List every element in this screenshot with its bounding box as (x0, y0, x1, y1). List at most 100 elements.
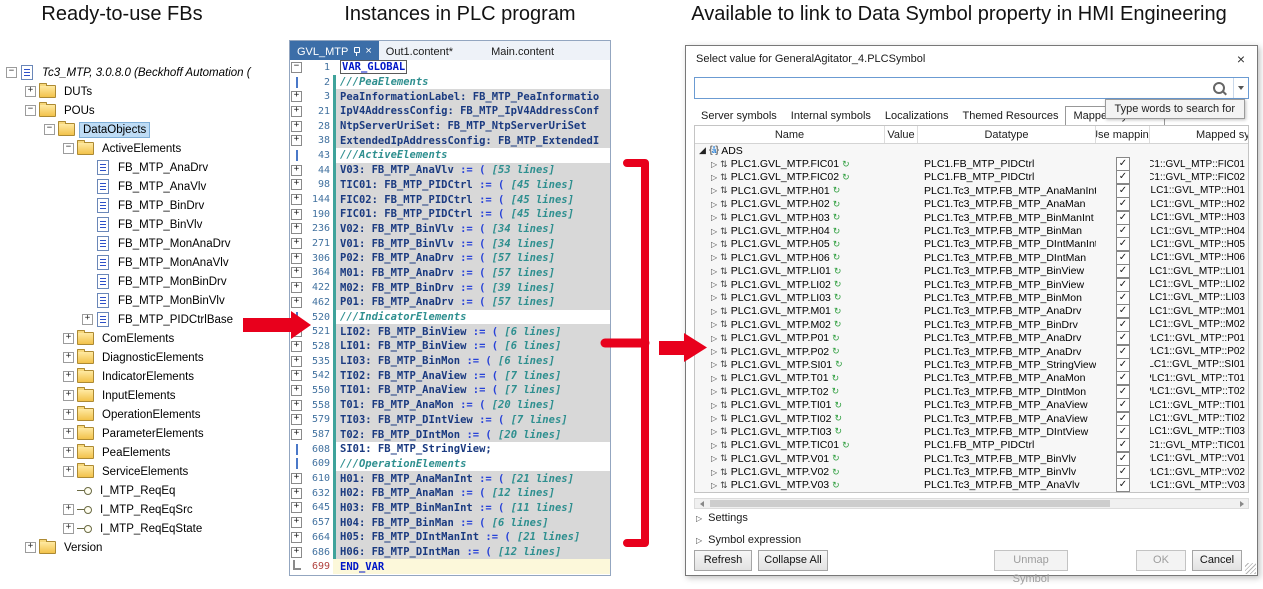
collapse-all-button[interactable]: Collapse All (758, 550, 828, 571)
fold-expand-icon[interactable]: + (290, 238, 303, 249)
code-area[interactable]: −1VAR_GLOBAL2///PeaElements+3PeaInformat… (290, 60, 610, 575)
code-line[interactable]: 520///IndicatorElements (290, 310, 610, 325)
chevron-right-icon[interactable]: ▷ (711, 414, 717, 423)
checkbox-checked[interactable]: ✓ (1116, 425, 1130, 438)
tree-item-PeaElements[interactable]: +PeaElements (2, 443, 288, 462)
code-line[interactable]: +645H03: FB_MTP_BinManInt := ( [11 lines… (290, 501, 610, 516)
chevron-right-icon[interactable]: ▷ (711, 347, 717, 356)
table-row[interactable]: ▷⇅PLC1.GVL_MTP.LI02↻PLC1.Tc3_MTP.FB_MTP_… (695, 278, 1248, 291)
fold-expand-icon[interactable]: + (290, 532, 303, 543)
tab-localizations[interactable]: Localizations (878, 107, 956, 125)
code-line[interactable]: 43///ActiveElements (290, 148, 610, 163)
expand-icon[interactable]: + (63, 447, 74, 458)
refresh-button[interactable]: Refresh (694, 550, 752, 571)
chevron-right-icon[interactable]: ▷ (711, 454, 717, 463)
code-line[interactable]: +632H02: FB_MTP_AnaMan := ( [12 lines] (290, 486, 610, 501)
table-row[interactable]: ▷⇅PLC1.GVL_MTP.FIC02↻PLC1.FB_MTP_PIDCtrl… (695, 171, 1248, 184)
fold-expand-icon[interactable]: + (290, 400, 303, 411)
chevron-right-icon[interactable]: ▷ (711, 468, 717, 477)
chevron-right-icon[interactable]: ▷ (711, 213, 717, 222)
code-line[interactable]: +98TIC01: FB_MTP_PIDCtrl := ( [45 lines] (290, 178, 610, 193)
fold-expand-icon[interactable]: + (290, 106, 303, 117)
column-header-use-mapping[interactable]: Use mapping (1096, 126, 1150, 143)
tree-item-OperationElements[interactable]: +OperationElements (2, 405, 288, 424)
expand-icon[interactable]: + (63, 523, 74, 534)
checkbox-checked[interactable]: ✓ (1116, 265, 1130, 278)
chevron-right-icon[interactable]: ▷ (711, 481, 717, 490)
fold-expand-icon[interactable]: + (290, 135, 303, 146)
resize-grip[interactable] (1245, 563, 1256, 574)
code-line[interactable]: +550TI01: FB_MTP_AnaView := ( [7 lines] (290, 383, 610, 398)
column-header-datatype[interactable]: Datatype (918, 126, 1096, 143)
code-line[interactable]: +422M02: FB_MTP_BinDrv := ( [39 lines] (290, 280, 610, 295)
chevron-right-icon[interactable]: ▷ (711, 267, 717, 276)
tree-item-FB_MTP_BinDrv[interactable]: −FB_MTP_BinDrv (2, 196, 288, 215)
fold-expand-icon[interactable]: + (290, 414, 303, 425)
checkbox-checked[interactable]: ✓ (1116, 211, 1130, 224)
scrollbar-thumb[interactable] (710, 500, 1110, 507)
fold-expand-icon[interactable]: + (290, 282, 303, 293)
tab-server-symbols[interactable]: Server symbols (694, 107, 784, 125)
code-line[interactable]: +306P02: FB_MTP_AnaDrv := ( [57 lines] (290, 251, 610, 266)
table-row[interactable]: ▷⇅PLC1.GVL_MTP.TIC01↻PLC1.FB_MTP_PIDCtrl… (695, 439, 1248, 452)
code-line[interactable]: +664H05: FB_MTP_DIntManInt := ( [21 line… (290, 530, 610, 545)
code-line[interactable]: +558T01: FB_MTP_AnaMon := ( [20 lines] (290, 398, 610, 413)
checkbox-checked[interactable]: ✓ (1116, 385, 1130, 398)
fold-expand-icon[interactable]: + (290, 326, 303, 337)
fold-expand-icon[interactable]: + (290, 253, 303, 264)
code-line[interactable]: +542TI02: FB_MTP_AnaView := ( [7 lines] (290, 368, 610, 383)
tree-item-DataObjects[interactable]: −DataObjects (2, 120, 288, 139)
tree-item-InputElements[interactable]: +InputElements (2, 386, 288, 405)
code-line[interactable]: +462P01: FB_MTP_AnaDrv := ( [57 lines] (290, 295, 610, 310)
fold-expand-icon[interactable]: + (290, 473, 303, 484)
code-line[interactable]: +528LI01: FB_MTP_BinView := ( [6 lines] (290, 339, 610, 354)
expand-icon[interactable]: + (25, 542, 36, 553)
tree-item-FB_MTP_AnaVlv[interactable]: −FB_MTP_AnaVlv (2, 177, 288, 196)
code-line[interactable]: +38ExtendedIpAddressConfig: FB_MTP_Exten… (290, 133, 610, 148)
tree-item-ServiceElements[interactable]: +ServiceElements (2, 462, 288, 481)
table-row[interactable]: ▷⇅PLC1.GVL_MTP.V01↻PLC1.Tc3_MTP.FB_MTP_B… (695, 452, 1248, 465)
editor-tab-Out1content[interactable]: Out1.content* (379, 41, 460, 60)
checkbox-checked[interactable]: ✓ (1116, 291, 1130, 304)
fold-expand-icon[interactable]: + (290, 488, 303, 499)
tree-item-I_MTP_ReqEqState[interactable]: +I_MTP_ReqEqState (2, 519, 288, 538)
table-row[interactable]: ▷⇅PLC1.GVL_MTP.FIC01↻PLC1.FB_MTP_PIDCtrl… (695, 157, 1248, 170)
table-row[interactable]: ▷⇅PLC1.GVL_MTP.TI01↻PLC1.Tc3_MTP.FB_MTP_… (695, 398, 1248, 411)
column-header-value[interactable]: Value (885, 126, 918, 143)
chevron-right-icon[interactable]: ▷ (711, 280, 717, 289)
tree-item-ComElements[interactable]: +ComElements (2, 329, 288, 348)
chevron-expanded-icon[interactable]: ◢ (699, 145, 706, 156)
search-input[interactable] (695, 79, 1213, 97)
chevron-right-icon[interactable]: ▷ (711, 200, 717, 209)
expand-icon[interactable]: + (63, 333, 74, 344)
tab-internal-symbols[interactable]: Internal symbols (784, 107, 878, 125)
fold-expand-icon[interactable]: + (290, 370, 303, 381)
expand-icon[interactable]: + (63, 504, 74, 515)
table-row[interactable]: ▷⇅PLC1.GVL_MTP.M01↻PLC1.Tc3_MTP.FB_MTP_A… (695, 305, 1248, 318)
fold-expand-icon[interactable]: + (290, 517, 303, 528)
checkbox-checked[interactable]: ✓ (1116, 251, 1130, 264)
fold-expand-icon[interactable]: + (290, 267, 303, 278)
scroll-right-arrow[interactable] (1235, 499, 1248, 508)
pin-icon[interactable] (353, 47, 360, 57)
tree-item-I_MTP_ReqEqSrc[interactable]: +I_MTP_ReqEqSrc (2, 500, 288, 519)
fold-expand-icon[interactable]: + (290, 297, 303, 308)
checkbox-checked[interactable]: ✓ (1116, 479, 1130, 492)
code-line[interactable]: +28NtpServerUriSet: FB_MTP_NtpServerUriS… (290, 119, 610, 134)
fold-expand-icon[interactable]: + (290, 429, 303, 440)
table-row[interactable]: ▷⇅PLC1.GVL_MTP.LI01↻PLC1.Tc3_MTP.FB_MTP_… (695, 265, 1248, 278)
collapse-icon[interactable]: − (63, 143, 74, 154)
fold-expand-icon[interactable]: + (290, 223, 303, 234)
fold-expand-icon[interactable]: + (290, 341, 303, 352)
code-line[interactable]: +144FIC02: FB_MTP_PIDCtrl := ( [45 lines… (290, 192, 610, 207)
symbol-expression-expander[interactable]: ▷ Symbol expression (696, 534, 801, 546)
code-line[interactable]: +686H06: FB_MTP_DIntMan := ( [12 lines] (290, 545, 610, 560)
table-row[interactable]: ▷⇅PLC1.GVL_MTP.LI03↻PLC1.Tc3_MTP.FB_MTP_… (695, 291, 1248, 304)
chevron-right-icon[interactable]: ▷ (711, 307, 717, 316)
checkbox-checked[interactable]: ✓ (1116, 331, 1130, 344)
code-line[interactable]: +364M01: FB_MTP_AnaDrv := ( [57 lines] (290, 266, 610, 281)
chevron-right-icon[interactable]: ▷ (711, 360, 717, 369)
chevron-right-icon[interactable]: ▷ (711, 186, 717, 195)
table-row[interactable]: ▷⇅PLC1.GVL_MTP.H02↻PLC1.Tc3_MTP.FB_MTP_A… (695, 198, 1248, 211)
chevron-right-icon[interactable]: ▷ (711, 173, 717, 182)
